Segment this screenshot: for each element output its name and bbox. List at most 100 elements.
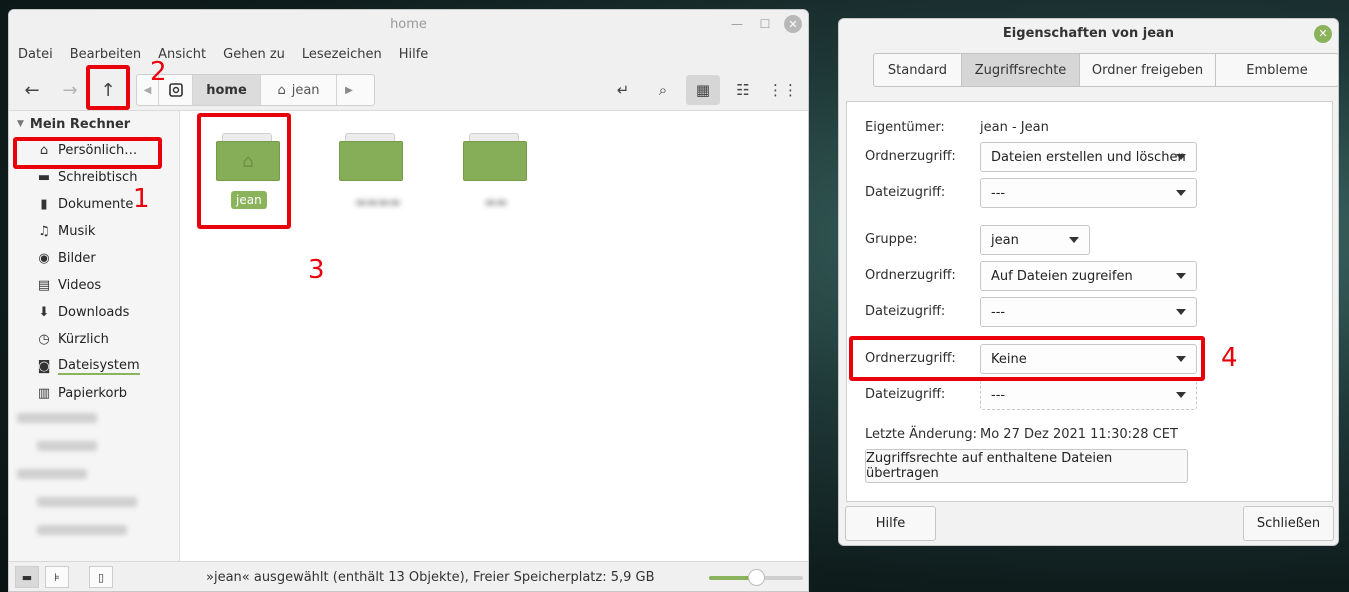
- path-home-button[interactable]: home: [193, 75, 261, 105]
- dialog-titlebar[interactable]: Eigenschaften von jean ✕: [839, 19, 1338, 49]
- minimize-icon[interactable]: —: [728, 15, 746, 33]
- music-icon: ♫: [38, 224, 50, 239]
- owner-value: jean - Jean: [980, 120, 1049, 135]
- forward-button[interactable]: →: [55, 75, 85, 105]
- sidebar-item-label: Musik: [58, 224, 96, 239]
- sidebar-item-documents[interactable]: ▮ Dokumente: [9, 191, 179, 218]
- chevron-right-icon: ▶: [345, 84, 353, 96]
- path-jean-button[interactable]: ⌂ jean: [261, 75, 337, 105]
- close-icon[interactable]: ✕: [784, 15, 802, 33]
- group-folder-access-label: Ordnerzugriff:: [865, 268, 956, 283]
- list-view-button[interactable]: ☷: [726, 75, 760, 105]
- owner-folder-access-label: Ordnerzugriff:: [865, 149, 956, 164]
- window-title: home: [390, 17, 427, 32]
- sidebar-item-videos[interactable]: ▤ Videos: [9, 272, 179, 299]
- group-folder-access-value: Auf Dateien zugreifen: [991, 268, 1133, 284]
- hide-sidebar-button[interactable]: ▯: [89, 566, 113, 588]
- path-scroll-right[interactable]: ▶: [337, 75, 361, 105]
- desktop-icon: ▬: [37, 170, 51, 185]
- dialog-title: Eigenschaften von jean: [1002, 26, 1175, 41]
- location-entry-icon: ↵: [616, 81, 630, 99]
- other-file-access-value: ---: [991, 387, 1006, 403]
- sidebar-item-label: Bilder: [58, 251, 96, 266]
- group-value: jean: [991, 232, 1019, 248]
- sidebar-section-header[interactable]: ▼ Mein Rechner: [9, 111, 179, 137]
- dialog-tabs: Standard Zugriffsrechte Ordner freigeben…: [873, 53, 1338, 87]
- highlight-other-folder-access: [849, 336, 1205, 381]
- properties-dialog: Eigenschaften von jean ✕ Standard Zugrif…: [838, 18, 1339, 546]
- group-file-access-label: Dateizugriff:: [865, 304, 946, 319]
- sidebar-item-filesystem[interactable]: ◙ Dateisystem: [9, 353, 179, 380]
- chevron-down-icon: [1176, 154, 1186, 160]
- sidebar-item-downloads[interactable]: ⬇ Downloads: [9, 299, 179, 326]
- back-button[interactable]: ←: [17, 75, 47, 105]
- path-jean-label: jean: [291, 82, 320, 98]
- sidebar-item-label: Videos: [58, 278, 102, 293]
- sidebar-item-pictures[interactable]: ◉ Bilder: [9, 245, 179, 272]
- compact-view-button[interactable]: ⋮⋮: [766, 75, 800, 105]
- tab-standard[interactable]: Standard: [874, 54, 962, 86]
- arrow-left-icon: ←: [24, 79, 40, 101]
- step-number-1: 1: [133, 184, 150, 214]
- toggle-location-button[interactable]: ↵: [606, 75, 640, 105]
- sidebar-item-recent[interactable]: ◷ Kürzlich: [9, 326, 179, 353]
- chevron-down-icon: [1176, 273, 1186, 279]
- chevron-down-icon: [1176, 392, 1186, 398]
- search-icon: ⌕: [658, 81, 668, 99]
- folder-blurred-1[interactable]: [339, 133, 403, 181]
- search-button[interactable]: ⌕: [646, 75, 680, 105]
- tab-permissions[interactable]: Zugriffsrechte: [962, 54, 1080, 86]
- owner-label: Eigentümer:: [865, 120, 945, 135]
- icon-view-button[interactable]: ▦: [686, 75, 720, 105]
- drive-icon: ◙: [37, 359, 51, 374]
- menu-datei[interactable]: Datei: [18, 47, 53, 62]
- apply-permissions-button[interactable]: Zugriffsrechte auf enthaltene Dateien üb…: [865, 449, 1188, 483]
- trash-icon: ▥: [37, 386, 51, 401]
- close-icon[interactable]: ✕: [1314, 25, 1332, 43]
- owner-folder-access-value: Dateien erstellen und löschen: [991, 149, 1186, 165]
- download-icon: ⬇: [38, 305, 50, 320]
- sidebar: ▼ Mein Rechner ⌂ Persönlich… ▬ Schreibtisc…: [9, 111, 180, 561]
- menu-bearbeiten[interactable]: Bearbeiten: [70, 47, 141, 62]
- show-places-button[interactable]: ▬: [15, 566, 39, 588]
- document-icon: ▮: [40, 197, 48, 212]
- highlight-sidebar-home: [13, 137, 162, 169]
- window-titlebar[interactable]: home — ☐ ✕: [9, 10, 808, 39]
- drive-icon: [168, 83, 183, 97]
- show-tree-button[interactable]: ⊧: [45, 566, 69, 588]
- chevron-down-icon: [1176, 309, 1186, 315]
- tab-emblems[interactable]: Embleme: [1216, 54, 1338, 86]
- sidebar-item-trash[interactable]: ▥ Papierkorb: [9, 380, 179, 407]
- sidebar-blurred-section: [17, 413, 167, 535]
- tab-share[interactable]: Ordner freigeben: [1080, 54, 1216, 86]
- group-label: Gruppe:: [865, 232, 918, 247]
- owner-folder-access-select[interactable]: Dateien erstellen und löschen: [980, 142, 1197, 172]
- highlight-folder-jean: [197, 113, 291, 229]
- group-select[interactable]: jean: [980, 225, 1090, 255]
- sidebar-toggle-icon: ▯: [97, 570, 105, 584]
- status-text: »jean« ausgewählt (enthält 13 Objekte), …: [206, 570, 655, 585]
- step-number-3: 3: [308, 255, 325, 285]
- sidebar-item-label: Downloads: [58, 305, 130, 320]
- group-file-access-value: ---: [991, 304, 1006, 320]
- group-folder-access-select[interactable]: Auf Dateien zugreifen: [980, 261, 1197, 291]
- zoom-slider[interactable]: [709, 569, 803, 586]
- zoom-slider-knob[interactable]: [748, 569, 765, 586]
- folder-blurred-2[interactable]: [463, 133, 527, 181]
- sidebar-item-label: Schreibtisch: [58, 170, 138, 185]
- permissions-panel: Eigentümer: jean - Jean Ordnerzugriff: D…: [846, 101, 1333, 502]
- menu-hilfe[interactable]: Hilfe: [399, 47, 429, 62]
- close-button[interactable]: Schließen: [1243, 506, 1334, 541]
- menu-lesezeichen[interactable]: Lesezeichen: [302, 47, 382, 62]
- owner-file-access-select[interactable]: ---: [980, 178, 1197, 208]
- folder-label-blurred: ▬▬▬▬: [355, 195, 401, 209]
- modified-value: Mo 27 Dez 2021 11:30:28 CET: [980, 427, 1178, 442]
- group-file-access-select[interactable]: ---: [980, 297, 1197, 327]
- sidebar-item-music[interactable]: ♫ Musik: [9, 218, 179, 245]
- maximize-icon[interactable]: ☐: [756, 15, 774, 33]
- menu-gehen-zu[interactable]: Gehen zu: [223, 47, 285, 62]
- help-button[interactable]: Hilfe: [845, 506, 936, 541]
- menubar: Datei Bearbeiten Ansicht Gehen zu Leseze…: [9, 39, 808, 69]
- folder-label-blurred: ▬▬: [484, 195, 508, 209]
- other-file-access-select[interactable]: ---: [980, 380, 1197, 410]
